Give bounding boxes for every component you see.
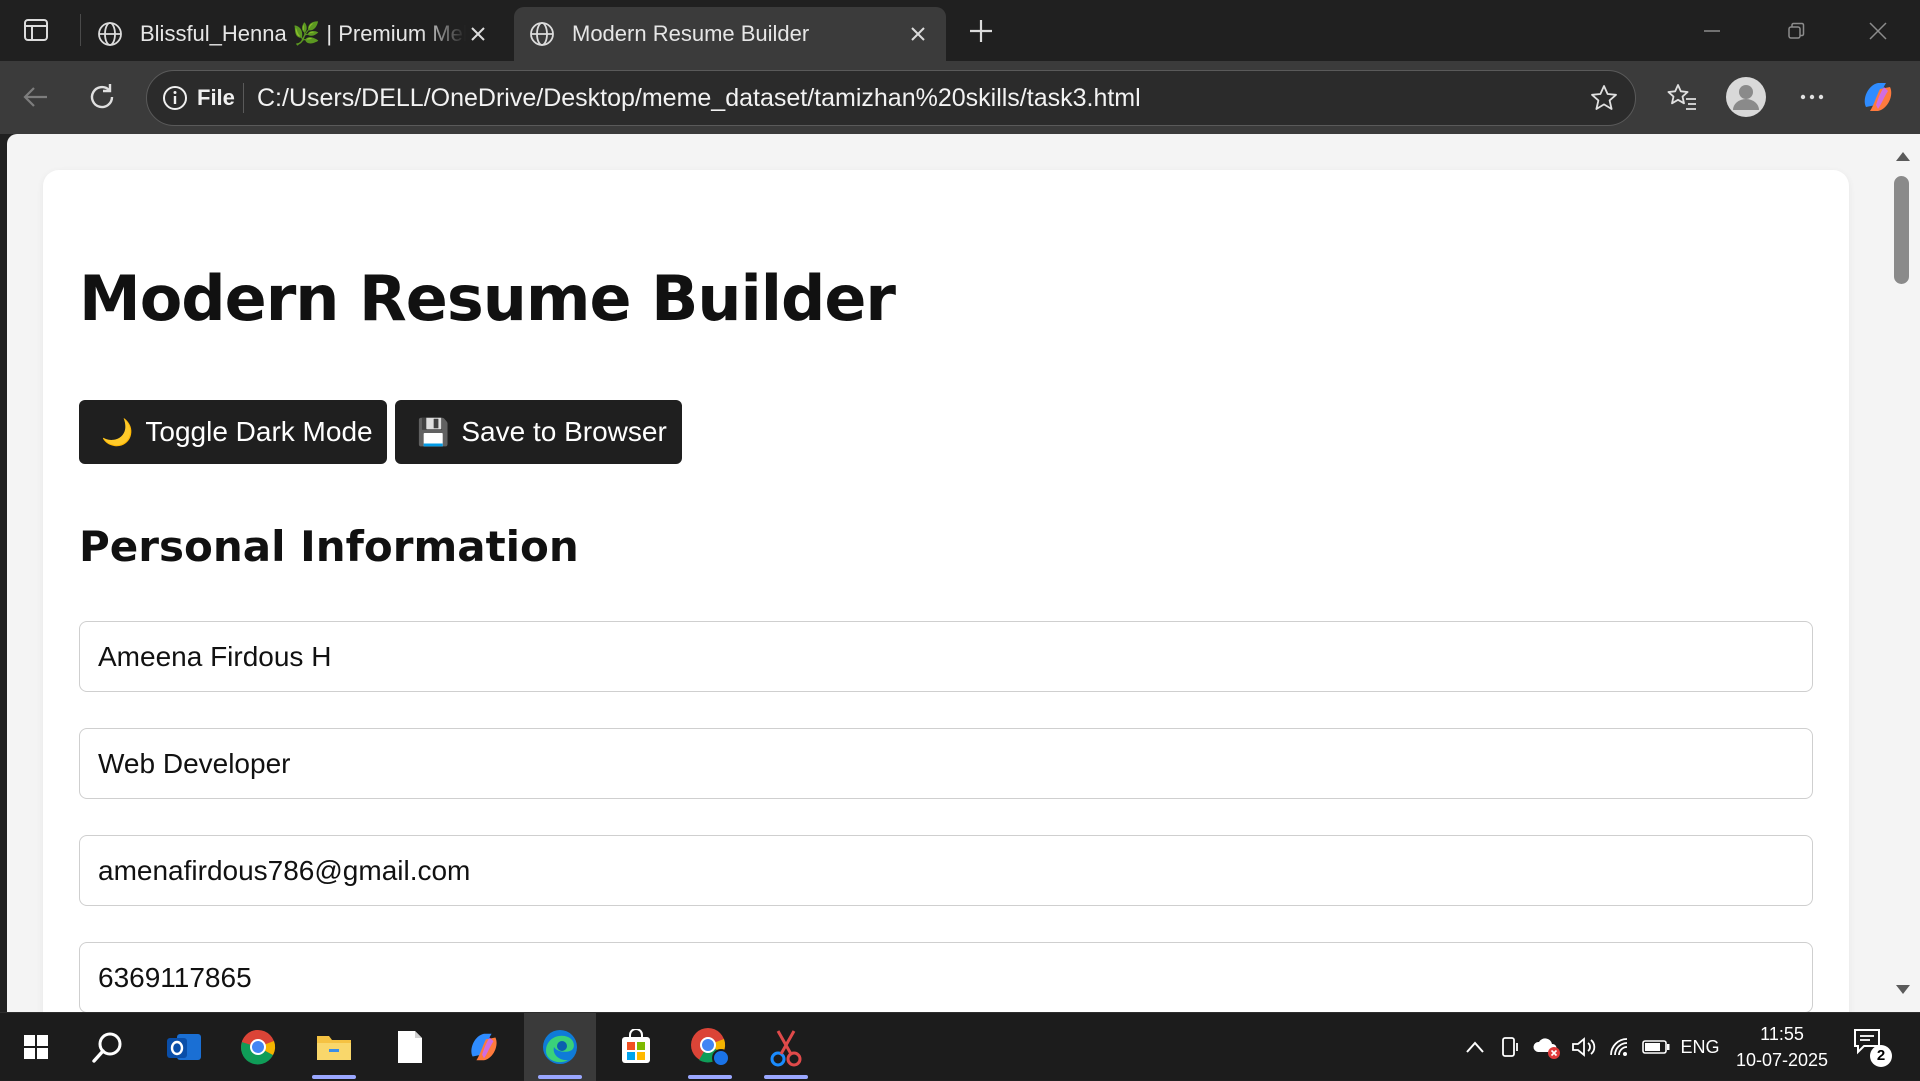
volume-icon[interactable] (1568, 1031, 1600, 1063)
tab-title: Blissful_Henna 🌿 | Premium Meh (140, 21, 466, 46)
clock-date: 10-07-2025 (1735, 1050, 1829, 1070)
clock[interactable]: 11:55 10-07-2025 (1730, 1021, 1834, 1073)
toggle-dark-mode-button[interactable]: 🌙 Toggle Dark Mode (79, 400, 387, 464)
page-title: Modern Resume Builder (79, 262, 896, 335)
name-input[interactable] (79, 621, 1813, 692)
email-input[interactable] (79, 835, 1813, 906)
info-icon (161, 84, 189, 112)
save-to-browser-label: Save to Browser (461, 416, 667, 447)
running-indicator (312, 1075, 356, 1079)
active-indicator (538, 1075, 582, 1079)
save-to-browser-button[interactable]: 💾 Save to Browser (395, 400, 682, 464)
globe-icon (526, 18, 558, 50)
close-icon[interactable] (904, 20, 932, 48)
job-title-input[interactable] (79, 728, 1813, 799)
favorites-icon[interactable] (1662, 77, 1702, 117)
tab-title: Modern Resume Builder (572, 21, 810, 46)
navigation-bar: File C:/Users/DELL/OneDrive/Desktop/meme… (0, 61, 1920, 134)
tab-modern-resume-builder[interactable]: Modern Resume Builder (514, 7, 946, 61)
add-favorite-icon[interactable] (1587, 81, 1621, 115)
scrollbar-thumb[interactable] (1894, 176, 1909, 284)
tab-bar: Blissful_Henna 🌿 | Premium Meh Modern Re… (0, 0, 1920, 61)
phone-input[interactable] (79, 942, 1813, 1012)
clock-time: 11:55 (1760, 1024, 1804, 1044)
page-viewport: Modern Resume Builder 🌙 Toggle Dark Mode… (7, 134, 1885, 1012)
scroll-down-arrow-icon[interactable] (1895, 984, 1911, 996)
minimize-icon[interactable] (1692, 14, 1732, 48)
scroll-up-arrow-icon[interactable] (1895, 150, 1911, 162)
running-indicator (688, 1075, 732, 1079)
start-icon[interactable] (0, 1013, 72, 1081)
url-text[interactable]: C:/Users/DELL/OneDrive/Desktop/meme_data… (257, 84, 1141, 113)
notification-count-badge: 2 (1870, 1045, 1892, 1067)
restore-icon[interactable] (1776, 14, 1816, 48)
outlook-icon[interactable] (148, 1013, 220, 1081)
show-hidden-icons-icon[interactable] (1460, 1031, 1490, 1063)
address-separator (243, 83, 244, 113)
personal-information-heading: Personal Information (79, 522, 579, 571)
battery-icon[interactable] (1640, 1031, 1672, 1063)
edge-icon[interactable] (524, 1013, 596, 1081)
floppy-disk-icon: 💾 (417, 416, 450, 447)
running-indicator (764, 1075, 808, 1079)
scheme-label: File (197, 85, 235, 110)
vertical-scrollbar[interactable] (1885, 134, 1920, 1012)
globe-icon (94, 18, 126, 50)
tab-separator (80, 14, 81, 46)
snipping-tool-icon[interactable] (750, 1013, 822, 1081)
resume-builder-card: Modern Resume Builder 🌙 Toggle Dark Mode… (43, 170, 1849, 1012)
language-indicator[interactable]: ENG (1676, 1031, 1724, 1063)
wifi-icon[interactable] (1604, 1031, 1636, 1063)
windows-taskbar: ENG 11:55 10-07-2025 2 (0, 1012, 1920, 1081)
chrome-profile-icon[interactable] (674, 1013, 746, 1081)
chrome-icon[interactable] (222, 1013, 294, 1081)
store-icon[interactable] (600, 1013, 672, 1081)
address-bar[interactable]: File C:/Users/DELL/OneDrive/Desktop/meme… (146, 70, 1636, 126)
tab-blissful-henna[interactable]: Blissful_Henna 🌿 | Premium Meh (82, 7, 506, 61)
search-icon[interactable] (72, 1013, 144, 1081)
notification-center-icon[interactable]: 2 (1852, 1027, 1892, 1067)
tab-actions-icon[interactable] (18, 12, 54, 48)
device-icon[interactable] (1496, 1031, 1526, 1063)
profile-avatar-icon[interactable] (1724, 75, 1768, 119)
site-info-button[interactable]: File (161, 79, 235, 117)
copilot-app-icon[interactable] (448, 1013, 520, 1081)
refresh-icon[interactable] (82, 77, 122, 117)
window-close-icon[interactable] (1858, 14, 1898, 48)
new-tab-icon[interactable] (962, 12, 1000, 50)
file-explorer-icon[interactable] (298, 1013, 370, 1081)
toggle-dark-mode-label: Toggle Dark Mode (145, 416, 373, 447)
copilot-icon[interactable] (1858, 77, 1898, 117)
moon-icon: 🌙 (101, 416, 134, 447)
onedrive-error-icon[interactable] (1530, 1031, 1564, 1063)
back-icon[interactable] (16, 77, 56, 117)
more-options-icon[interactable] (1792, 77, 1832, 117)
close-icon[interactable] (464, 20, 492, 48)
notepad-icon[interactable] (374, 1013, 446, 1081)
